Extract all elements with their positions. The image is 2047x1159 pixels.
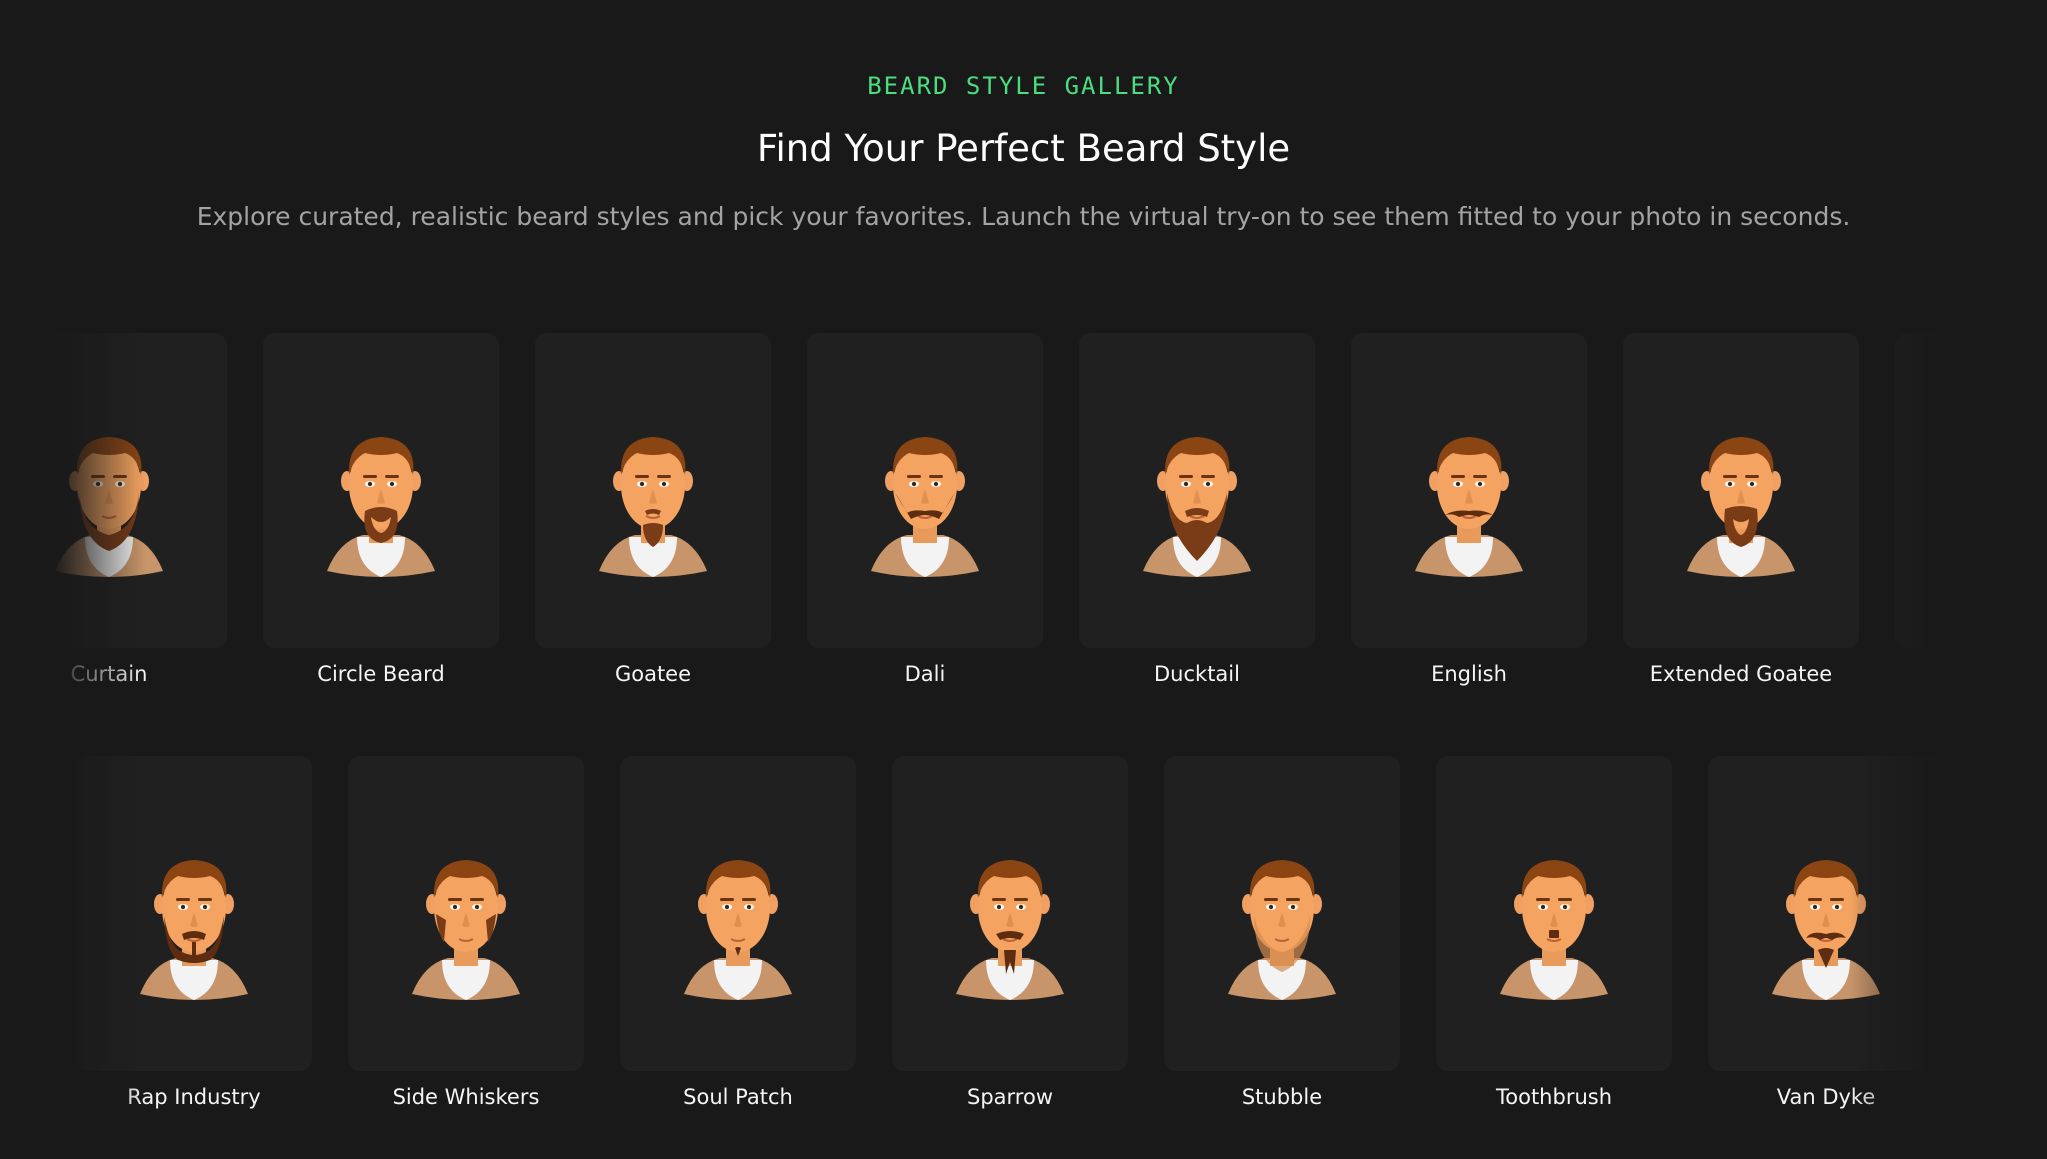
beard-style-label: Stubble (1241, 1085, 1323, 1109)
beard-avatar-illustration (956, 859, 1064, 1000)
beard-style-card[interactable]: Side Whiskers (348, 756, 584, 1109)
beard-avatar-illustration (1415, 436, 1523, 577)
beard-preview-tile[interactable] (620, 756, 856, 1071)
beard-avatar-illustration (1228, 859, 1336, 1000)
beard-avatar-illustration (684, 859, 792, 1000)
beard-style-label: Extended Goatee (1649, 662, 1833, 686)
beard-style-card[interactable]: Toothbrush (1436, 756, 1672, 1109)
beard-style-card[interactable]: Ducktail (1079, 333, 1315, 686)
beard-preview-tile[interactable] (807, 333, 1043, 648)
beard-style-label: Van Dyke (1776, 1085, 1876, 1109)
beard-style-card[interactable]: Extended Goatee (1623, 333, 1859, 686)
beard-avatar-illustration (412, 859, 520, 1000)
beard-style-label: Circle Beard (317, 662, 445, 686)
beard-style-card[interactable]: Van Dyke (1708, 756, 1940, 1109)
beard-preview-tile[interactable] (1623, 333, 1859, 648)
page-title: Find Your Perfect Beard Style (756, 127, 1291, 170)
beard-style-label: Rap Industry (127, 1085, 261, 1109)
page-subtitle: Explore curated, realistic beard styles … (196, 202, 1851, 231)
beard-preview-tile[interactable] (1079, 333, 1315, 648)
beard-carousel-row-1[interactable]: Curtain Circle Beard Goatee Dali Ducktail Eng… (56, 333, 1940, 713)
beard-preview-tile[interactable] (1351, 333, 1587, 648)
beard-style-card[interactable]: Goatee (535, 333, 771, 686)
beard-style-card[interactable]: Dali (807, 333, 1043, 686)
beard-preview-tile[interactable] (1436, 756, 1672, 1071)
beard-preview-tile[interactable] (76, 756, 312, 1071)
beard-style-label: Soul Patch (683, 1085, 793, 1109)
beard-style-card[interactable]: Sparrow (892, 756, 1128, 1109)
beard-style-label: Sparrow (967, 1085, 1053, 1109)
beard-style-card[interactable]: Stubble (1164, 756, 1400, 1109)
beard-style-label: Curtain (70, 662, 148, 686)
beard-preview-tile[interactable] (892, 756, 1128, 1071)
beard-carousel-row-2[interactable]: Rap Industry Side Whiskers Soul Patch Sparr… (56, 756, 1940, 1136)
beard-avatar-illustration (1687, 436, 1795, 577)
beard-style-label: Goatee (614, 662, 692, 686)
beard-avatar-illustration (1772, 859, 1880, 1000)
beard-style-card[interactable]: Soul Patch (620, 756, 856, 1109)
beard-preview-tile[interactable] (1895, 333, 1940, 648)
beard-avatar-illustration (1500, 859, 1608, 1000)
beard-style-label: Ducktail (1154, 662, 1240, 686)
beard-avatar-illustration (599, 436, 707, 577)
beard-avatar-illustration (871, 436, 979, 577)
beard-style-card[interactable]: Rap Industry (76, 756, 312, 1109)
beard-preview-tile[interactable] (535, 333, 771, 648)
beard-preview-tile[interactable] (348, 756, 584, 1071)
section-eyebrow: BEARD STYLE GALLERY (867, 72, 1180, 100)
beard-preview-tile[interactable] (1708, 756, 1940, 1071)
beard-style-label: Side Whiskers (392, 1085, 540, 1109)
beard-avatar-illustration (1143, 436, 1251, 577)
beard-avatar-illustration (140, 859, 248, 1000)
beard-avatar-illustration (56, 436, 163, 577)
beard-style-label: French Fork (1895, 662, 1940, 686)
beard-style-label: Toothbrush (1495, 1085, 1613, 1109)
beard-preview-tile[interactable] (56, 333, 227, 648)
beard-style-card[interactable]: Circle Beard (263, 333, 499, 686)
beard-style-label: Dali (904, 662, 946, 686)
beard-avatar-illustration (327, 436, 435, 577)
beard-style-card[interactable]: English (1351, 333, 1587, 686)
beard-style-label: English (1431, 662, 1507, 686)
beard-style-card[interactable]: French Fork (1895, 333, 1940, 686)
beard-preview-tile[interactable] (263, 333, 499, 648)
beard-style-card[interactable]: Curtain (56, 333, 227, 686)
beard-preview-tile[interactable] (1164, 756, 1400, 1071)
